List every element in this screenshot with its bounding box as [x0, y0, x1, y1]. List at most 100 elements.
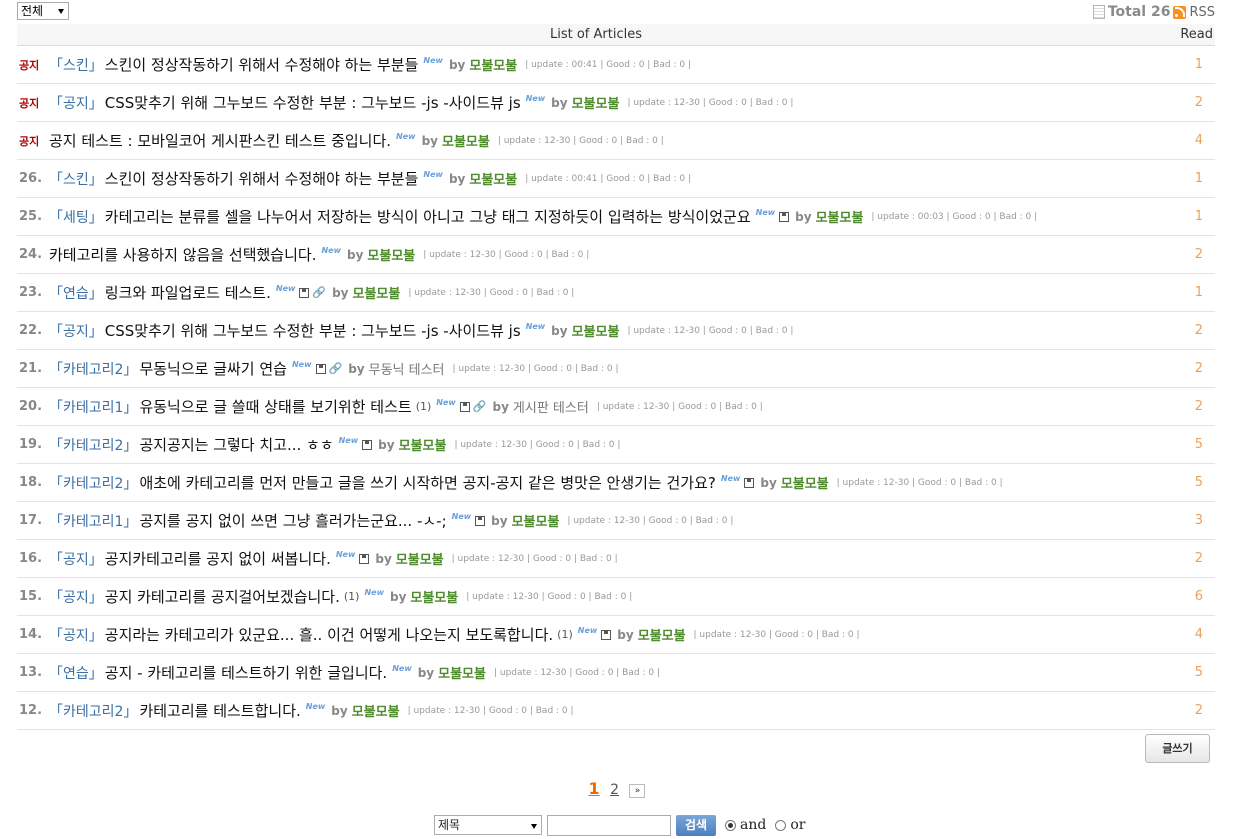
row-author[interactable]: 모불모불 — [438, 663, 486, 682]
category-select[interactable]: 전체 — [17, 2, 69, 20]
row-category-link[interactable]: 「세팅」 — [49, 207, 103, 227]
row-number: 18. — [19, 475, 43, 490]
row-category-link[interactable]: 「공지」 — [49, 321, 103, 341]
row-author[interactable]: 모불모불 — [469, 55, 517, 74]
row-author[interactable]: 모불모불 — [572, 93, 620, 112]
row-category-link[interactable]: 「연습」 — [49, 663, 103, 683]
row-meta: | update : 12-30 | Good : 0 | Bad : 0 | — [627, 325, 794, 336]
new-icon: New — [335, 550, 356, 559]
row-category-link[interactable]: 「공지」 — [49, 93, 103, 113]
row-subject-link[interactable]: 공지라는 카테고리가 있군요... 흘.. 이건 어떻게 나오는지 보도록합니다… — [105, 624, 553, 645]
table-header: List of Articles Read — [17, 24, 1215, 46]
row-subject-link[interactable]: 링크와 파일업로드 테스트. — [105, 282, 271, 303]
row-category-link[interactable]: 「공지」 — [49, 549, 103, 569]
row-read-count: 5 — [1194, 475, 1203, 490]
file-icon — [315, 363, 326, 374]
search-field-select[interactable]: 제목 — [434, 815, 542, 835]
row-author[interactable]: 모불모불 — [410, 587, 458, 606]
write-button[interactable]: 글쓰기 — [1145, 734, 1210, 763]
new-icon: New — [364, 588, 384, 597]
row-by-label: by — [795, 209, 812, 224]
row-by-label: by — [331, 703, 348, 718]
row-author[interactable]: 모불모불 — [572, 321, 620, 340]
row-meta: | update : 12-30 | Good : 0 | Bad : 0 | — [693, 629, 860, 640]
row-subject-link[interactable]: CSS맞추기 위해 그누보드 수정한 부분 : 그누보드 -js -사이드뷰 j… — [105, 92, 521, 113]
table-row: 25. 「세팅」 카테고리는 분류를 셀을 나누어서 저장하는 방식이 아니고 그냥… — [17, 198, 1215, 236]
row-category-link[interactable]: 「카테고리1」 — [49, 511, 137, 531]
table-row: 23. 「연습」 링크와 파일업로드 테스트. New 🔗 by 모불모불 | update … — [17, 274, 1215, 312]
row-category-link[interactable]: 「공지」 — [49, 587, 103, 607]
file-icon — [475, 515, 486, 526]
row-category-link[interactable]: 「카테고리2」 — [49, 473, 137, 493]
row-by-label: by — [492, 399, 509, 414]
new-icon: New — [577, 626, 598, 635]
row-subject-link[interactable]: 카테고리를 사용하지 않음을 선택했습니다. — [49, 244, 316, 265]
row-number: 25. — [19, 209, 43, 224]
next-page-icon[interactable]: » — [629, 784, 646, 798]
row-category-link[interactable]: 「스킨」 — [49, 169, 103, 189]
row-author[interactable]: 모불모불 — [469, 169, 517, 188]
row-author[interactable]: 모불모불 — [512, 511, 560, 530]
row-read-count: 5 — [1194, 665, 1203, 680]
row-subject-link[interactable]: 카테고리는 분류를 셀을 나누어서 저장하는 방식이 아니고 그냥 태그 지정하… — [105, 206, 751, 227]
row-author[interactable]: 모불모불 — [367, 245, 415, 264]
table-row: 19. 「카테고리2」 공지공지는 그렇다 치고... ㅎㅎ New by 모불모불 | u… — [17, 426, 1215, 464]
row-category-link[interactable]: 「카테고리2」 — [49, 435, 137, 455]
row-by-label: by — [347, 247, 364, 262]
row-author[interactable]: 모불모불 — [396, 549, 444, 568]
row-author[interactable]: 모불모불 — [352, 701, 400, 720]
row-read-count: 3 — [1194, 513, 1203, 528]
row-subject-link[interactable]: 공지공지는 그렇다 치고... ㅎㅎ — [139, 434, 333, 455]
row-subject-link[interactable]: 무동닉으로 글싸기 연습 — [139, 358, 287, 379]
row-author[interactable]: 게시판 테스터 — [513, 397, 589, 416]
row-subject-link[interactable]: 애초에 카테고리를 먼저 만들고 글을 쓰기 시작하면 공지-공지 같은 병맛은… — [139, 472, 715, 493]
page-current[interactable]: 1 — [589, 779, 600, 798]
row-number: 20. — [19, 399, 43, 414]
row-meta: | update : 12-30 | Good : 0 | Bad : 0 | — [567, 515, 734, 526]
row-comment-count: (1) — [343, 590, 360, 603]
page-2-link[interactable]: 2 — [610, 782, 619, 798]
radio-and[interactable] — [725, 819, 736, 831]
row-category-link[interactable]: 「카테고리2」 — [49, 701, 137, 721]
row-author[interactable]: 모불모불 — [399, 435, 447, 454]
row-read-count: 2 — [1194, 551, 1203, 566]
new-icon: New — [338, 436, 359, 445]
row-subject-link[interactable]: 공지 카테고리를 공지걸어보겠습니다. — [105, 586, 340, 607]
row-read-count: 5 — [1194, 437, 1203, 452]
radio-or[interactable] — [775, 819, 787, 831]
row-author[interactable]: 모불모불 — [816, 207, 864, 226]
total-area: Total 26 RSS — [1092, 4, 1215, 20]
rss-link[interactable]: RSS — [1189, 5, 1215, 20]
row-meta: | update : 12-30 | Good : 0 | Bad : 0 | — [451, 553, 618, 564]
search-input[interactable] — [547, 814, 671, 836]
rss-icon[interactable] — [1173, 5, 1187, 19]
row-author[interactable]: 모불모불 — [442, 131, 490, 150]
row-subject-link[interactable]: 카테고리를 테스트합니다. — [139, 700, 300, 721]
new-icon: New — [396, 132, 416, 141]
row-subject-link[interactable]: 스킨이 정상작동하기 위해서 수정해야 하는 부분들 — [105, 54, 419, 75]
row-number: 공지 — [19, 96, 40, 110]
row-subject-link[interactable]: 공지 - 카테고리를 테스트하기 위한 글입니다. — [105, 662, 387, 683]
row-author[interactable]: 무동닉 테스터 — [369, 359, 445, 378]
row-category-link[interactable]: 「공지」 — [49, 625, 103, 645]
row-category-link[interactable]: 「연습」 — [49, 283, 103, 303]
row-subject-link[interactable]: 유동닉으로 글 쓸때 상태를 보기위한 테스트 — [139, 396, 411, 417]
search-button[interactable]: 검색 — [676, 814, 716, 836]
row-subject-link[interactable]: 공지 테스트 : 모바일코어 게시판스킨 테스트 중입니다. — [49, 130, 391, 151]
row-category-link[interactable]: 「카테고리2」 — [49, 359, 137, 379]
row-by-label: by — [348, 361, 365, 376]
row-subject-link[interactable]: CSS맞추기 위해 그누보드 수정한 부분 : 그누보드 -js -사이드뷰 j… — [105, 320, 521, 341]
link-icon: 🔗 — [328, 362, 343, 375]
row-subject-link[interactable]: 스킨이 정상작동하기 위해서 수정해야 하는 부분들 — [105, 168, 419, 189]
radio-and-label: and — [740, 817, 767, 833]
search-field-value: 제목 — [438, 818, 461, 832]
row-category-link[interactable]: 「카테고리1」 — [49, 397, 137, 417]
row-subject-link[interactable]: 공지카테고리를 공지 없이 써봅니다. — [105, 548, 331, 569]
row-subject-link[interactable]: 공지를 공지 없이 쓰면 그냥 흘러가는군요... -ㅅ-; — [139, 510, 446, 531]
row-author[interactable]: 모불모불 — [638, 625, 686, 644]
row-category-link[interactable]: 「스킨」 — [49, 55, 103, 75]
row-number: 24. — [19, 247, 43, 262]
row-author[interactable]: 모불모불 — [353, 283, 401, 302]
row-author[interactable]: 모불모불 — [781, 473, 829, 492]
row-by-label: by — [760, 475, 777, 490]
